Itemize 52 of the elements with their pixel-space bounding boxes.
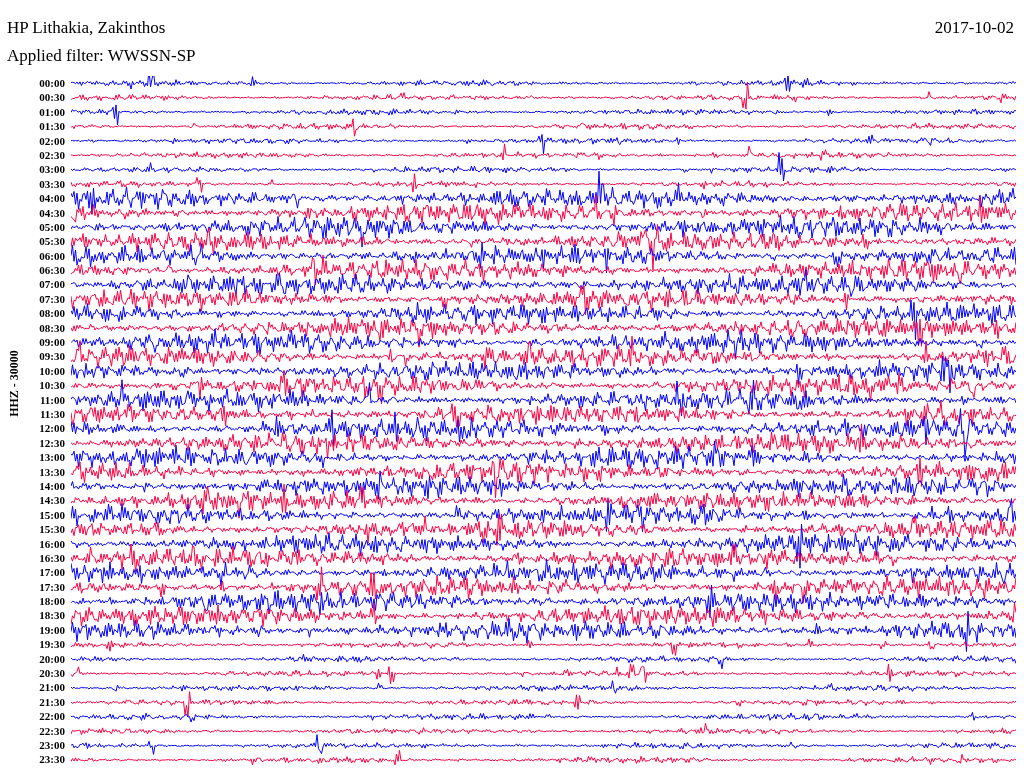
time-label: 12:30: [38, 435, 66, 451]
time-label: 19:00: [38, 622, 66, 638]
time-label: 21:00: [38, 680, 66, 695]
time-label: 00:30: [38, 90, 66, 105]
time-label: 22:30: [38, 723, 66, 738]
time-label: 02:30: [38, 147, 66, 163]
time-label: 13:00: [38, 450, 66, 465]
time-label: 06:30: [38, 263, 66, 278]
date-label: 2017-10-02: [934, 18, 1014, 38]
time-label: 14:00: [38, 478, 66, 494]
time-label: 07:30: [38, 291, 66, 307]
time-label: 16:00: [38, 536, 66, 551]
time-label: 06:00: [38, 248, 66, 264]
time-label: 01:00: [38, 104, 66, 120]
time-label: 09:00: [38, 335, 66, 350]
time-label: 10:00: [38, 363, 66, 379]
time-label: 18:00: [38, 594, 66, 609]
time-label: 16:30: [38, 550, 66, 566]
time-label: 04:30: [38, 205, 66, 220]
time-label: 19:30: [38, 637, 66, 652]
time-label: 23:30: [38, 752, 66, 767]
time-label: 04:00: [38, 191, 66, 206]
time-label: 03:00: [38, 162, 66, 177]
time-label: 01:30: [38, 119, 66, 134]
time-label: 20:00: [38, 651, 66, 666]
time-label: 10:30: [38, 378, 66, 393]
time-label: 00:00: [38, 76, 66, 91]
time-label: 02:00: [38, 133, 66, 148]
time-label: 05:30: [38, 234, 66, 249]
time-label: 22:00: [38, 709, 66, 724]
time-label: 13:30: [38, 464, 66, 479]
time-label: 20:30: [38, 666, 66, 681]
time-label: 08:30: [38, 320, 66, 336]
time-label: 11:00: [38, 392, 66, 407]
time-label: 18:30: [38, 608, 66, 623]
time-label: 14:30: [38, 493, 66, 508]
time-label: 07:00: [38, 277, 66, 292]
station-title: HP Lithakia, Zakinthos: [7, 18, 166, 38]
filter-label: Applied filter: WWSSN-SP: [7, 46, 196, 67]
channel-axis-label: HHZ - 30000: [6, 349, 22, 419]
time-label: 05:00: [38, 219, 66, 235]
time-label: 23:00: [38, 737, 66, 753]
time-label: 17:00: [38, 565, 66, 580]
time-label: 08:00: [38, 306, 66, 321]
time-label: 15:00: [38, 507, 66, 523]
time-label: 09:30: [38, 349, 66, 364]
time-label: 11:30: [38, 407, 66, 422]
time-label: 15:30: [38, 522, 66, 537]
time-label: 21:30: [38, 694, 66, 710]
time-label: 17:30: [38, 579, 66, 595]
time-label: 03:30: [38, 176, 66, 192]
time-label: 12:00: [38, 421, 66, 436]
